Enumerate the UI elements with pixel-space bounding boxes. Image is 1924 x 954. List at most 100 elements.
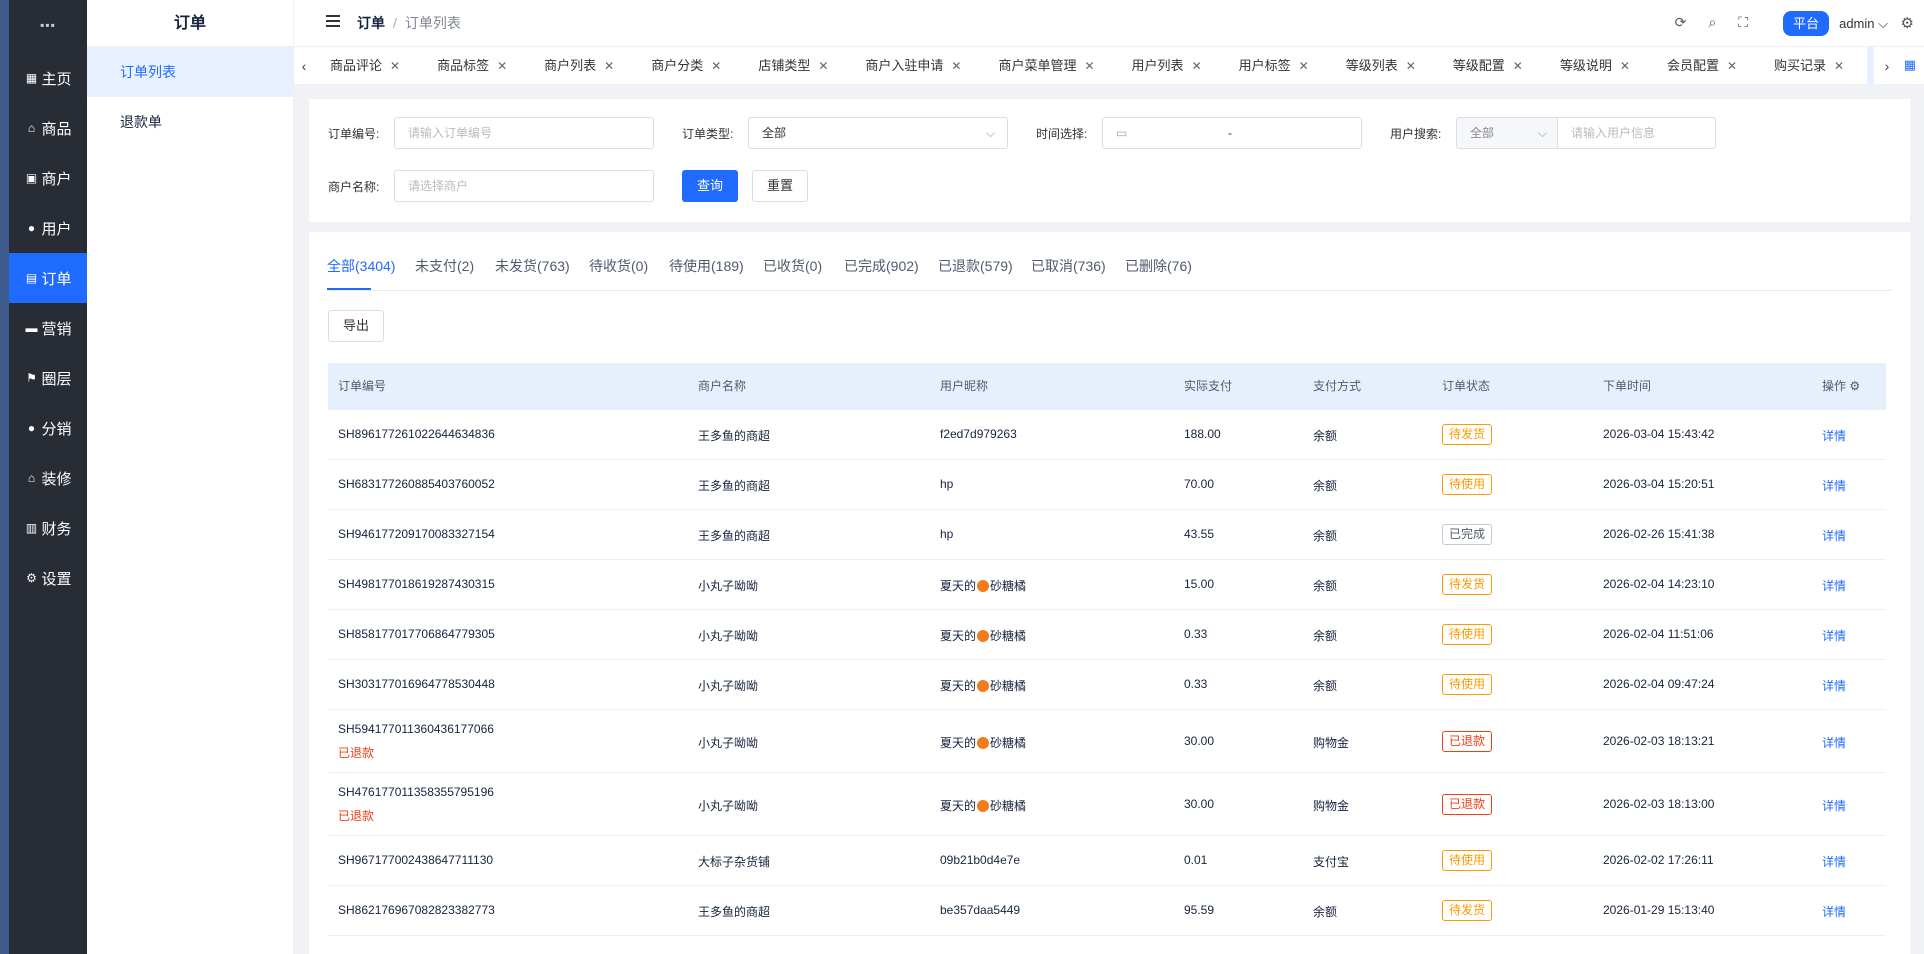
- sidebar-item-1[interactable]: ⌂ 商品: [9, 103, 87, 153]
- close-icon[interactable]: ✕: [1620, 59, 1630, 73]
- export-button[interactable]: 导出: [328, 310, 385, 342]
- status-tab[interactable]: 全部(3404): [327, 256, 395, 276]
- status-tab[interactable]: 未发货(763): [495, 256, 570, 276]
- detail-link[interactable]: 详情: [1822, 734, 1846, 751]
- page-tab[interactable]: 用户列表 ✕: [1118, 47, 1212, 85]
- tabs-menu-icon[interactable]: ▦: [1904, 57, 1916, 73]
- breadcrumb-item[interactable]: 订单: [357, 15, 385, 31]
- close-icon[interactable]: ✕: [390, 59, 400, 73]
- user-nickname-part: 夏天的: [940, 735, 977, 750]
- tabs-left-arrow-icon[interactable]: ‹: [294, 47, 314, 85]
- page-tab[interactable]: 等级配置 ✕: [1439, 47, 1533, 85]
- status-tab[interactable]: 未支付(2): [415, 256, 474, 276]
- orange-emoji-icon: [977, 680, 990, 692]
- order-no-input[interactable]: 请输入订单编号: [394, 117, 654, 149]
- search-icon[interactable]: ⌕: [1708, 14, 1716, 31]
- platform-button[interactable]: 平台: [1782, 11, 1829, 36]
- query-button[interactable]: 查询: [682, 170, 738, 202]
- filter-panel: 订单编号: 请输入订单编号 订单类型: 全部 ⌵ 时间选择: ▭ - 用户搜索: 全…: [309, 99, 1910, 222]
- table-row[interactable]: SH896177261022644634836 王多鱼的商超 f2ed7d97926…: [328, 410, 1886, 460]
- table-row[interactable]: SH862176967082823382773 王多鱼的商超 be357daa544…: [328, 886, 1886, 936]
- gear-icon[interactable]: ⚙: [1901, 14, 1914, 32]
- page-tab[interactable]: 商户入驻申请 ✕: [851, 47, 971, 85]
- merchant-select[interactable]: 请选择商户: [394, 170, 654, 202]
- main-sidebar: ▪▪▪ ▦ 主页 ⌂ 商品 ▣ 商户 ● 用户 ▤ 订单 ▬ 营销 ⚑ 圈层 ● 分销 ⌂ 装修 ▥ 财务 ⚙ 设置: [0, 0, 87, 954]
- close-icon[interactable]: ✕: [1192, 59, 1202, 73]
- page-tab[interactable]: 商户菜单管理 ✕: [984, 47, 1104, 85]
- page-tab[interactable]: 订单✕: [1867, 47, 1874, 85]
- table-row[interactable]: SH946177209170083327154 王多鱼的商超 hp 43.55 余额 已完…: [328, 510, 1886, 560]
- sidebar-item-2[interactable]: ▣ 商户: [9, 153, 87, 203]
- detail-link[interactable]: 详情: [1822, 677, 1846, 694]
- status-tab[interactable]: 待使用(189): [669, 256, 744, 276]
- status-tab[interactable]: 已完成(902): [844, 256, 919, 276]
- date-range-picker[interactable]: ▭ -: [1102, 117, 1362, 149]
- status-tab[interactable]: 待收货(0): [589, 256, 648, 276]
- sidebar-item-7[interactable]: ● 分销: [9, 403, 87, 453]
- table-row[interactable]: SH683177260885403760052 王多鱼的商超 hp 70.00 余额 待使…: [328, 460, 1886, 510]
- page-tab[interactable]: 用户标签 ✕: [1225, 47, 1319, 85]
- status-tab[interactable]: 已取消(736): [1031, 256, 1106, 276]
- close-icon[interactable]: ✕: [1834, 59, 1844, 73]
- close-icon[interactable]: ✕: [497, 59, 507, 73]
- status-tab[interactable]: 已退款(579): [938, 256, 1013, 276]
- detail-link[interactable]: 详情: [1822, 797, 1846, 814]
- table-row[interactable]: SH858177017706864779305 小丸子呦呦 夏天的 砂糖橘 0.33 余额…: [328, 610, 1886, 660]
- user-search-input[interactable]: 请输入用户信息: [1557, 117, 1716, 149]
- refresh-icon[interactable]: ⟳: [1675, 14, 1687, 31]
- close-icon[interactable]: ✕: [1513, 59, 1523, 73]
- sidebar-item-9[interactable]: ▥ 财务: [9, 503, 87, 553]
- sidebar-item-10[interactable]: ⚙ 设置: [9, 553, 87, 603]
- status-tab[interactable]: 已删除(76): [1125, 256, 1192, 276]
- status-tab[interactable]: 已收货(0): [763, 256, 822, 276]
- close-icon[interactable]: ✕: [1406, 59, 1416, 73]
- close-icon[interactable]: ✕: [951, 59, 961, 73]
- page-tab[interactable]: 商品评论 ✕: [316, 47, 410, 85]
- detail-link[interactable]: 详情: [1822, 853, 1846, 870]
- detail-link[interactable]: 详情: [1822, 527, 1846, 544]
- order-type-select[interactable]: 全部 ⌵: [748, 117, 1008, 149]
- sidebar-item-3[interactable]: ● 用户: [9, 203, 87, 253]
- page-tab[interactable]: 等级说明 ✕: [1546, 47, 1640, 85]
- sidebar-item-5[interactable]: ▬ 营销: [9, 303, 87, 353]
- column-header: 订单编号: [338, 363, 386, 410]
- page-tab[interactable]: 商品标签 ✕: [423, 47, 517, 85]
- close-icon[interactable]: ✕: [1084, 59, 1094, 73]
- table-row[interactable]: SH967177002438647711130 大标子杂货铺 09b21b0d4e7…: [328, 836, 1886, 886]
- detail-link[interactable]: 详情: [1822, 903, 1846, 920]
- reset-button[interactable]: 重置: [752, 170, 808, 202]
- detail-link[interactable]: 详情: [1822, 577, 1846, 594]
- sidebar-item-8[interactable]: ⌂ 装修: [9, 453, 87, 503]
- detail-link[interactable]: 详情: [1822, 627, 1846, 644]
- tabs-right-arrow-icon[interactable]: ›: [1877, 47, 1897, 85]
- table-row[interactable]: SH476177011358355795196 已退款 小丸子呦呦 夏天的 砂糖橘 30.…: [328, 773, 1886, 836]
- page-tab[interactable]: 商户分类 ✕: [637, 47, 731, 85]
- close-icon[interactable]: ✕: [818, 59, 828, 73]
- logo[interactable]: ▪▪▪: [9, 0, 87, 50]
- page-tab[interactable]: 会员配置 ✕: [1653, 47, 1747, 85]
- sidebar-item-0[interactable]: ▦ 主页: [9, 53, 87, 103]
- column-settings-icon[interactable]: ⚙: [1846, 379, 1860, 393]
- page-tab[interactable]: 等级列表 ✕: [1332, 47, 1426, 85]
- close-icon[interactable]: ✕: [1299, 59, 1309, 73]
- sidebar-item-4[interactable]: ▤ 订单: [9, 253, 87, 303]
- fullscreen-icon[interactable]: ⛶: [1738, 14, 1748, 31]
- page-tab[interactable]: 购买记录 ✕: [1760, 47, 1854, 85]
- sidebar-item-6[interactable]: ⚑ 圈层: [9, 353, 87, 403]
- detail-link[interactable]: 详情: [1822, 477, 1846, 494]
- table-row[interactable]: SH303177016964778530448 小丸子呦呦 夏天的 砂糖橘 0.33 余额…: [328, 660, 1886, 710]
- detail-link[interactable]: 详情: [1822, 427, 1846, 444]
- collapse-menu-icon[interactable]: [326, 15, 340, 29]
- table-row[interactable]: SH498177018619287430315 小丸子呦呦 夏天的 砂糖橘 15.00 余…: [328, 560, 1886, 610]
- user-menu[interactable]: admin ⌵: [1839, 0, 1888, 47]
- user-search-type-select[interactable]: 全部 ⌵: [1456, 117, 1558, 149]
- submenu-item-refund[interactable]: 退款单: [87, 97, 293, 147]
- table-row[interactable]: SH594177011360436177066 已退款 小丸子呦呦 夏天的 砂糖橘 30.…: [328, 710, 1886, 773]
- page-tab[interactable]: 商户列表 ✕: [530, 47, 624, 85]
- close-icon[interactable]: ✕: [1727, 59, 1737, 73]
- merchant-name: 王多鱼的商超: [698, 429, 771, 443]
- submenu-item-order-list[interactable]: 订单列表: [87, 47, 293, 97]
- page-tab[interactable]: 店铺类型 ✕: [744, 47, 838, 85]
- close-icon[interactable]: ✕: [604, 59, 614, 73]
- close-icon[interactable]: ✕: [711, 59, 721, 73]
